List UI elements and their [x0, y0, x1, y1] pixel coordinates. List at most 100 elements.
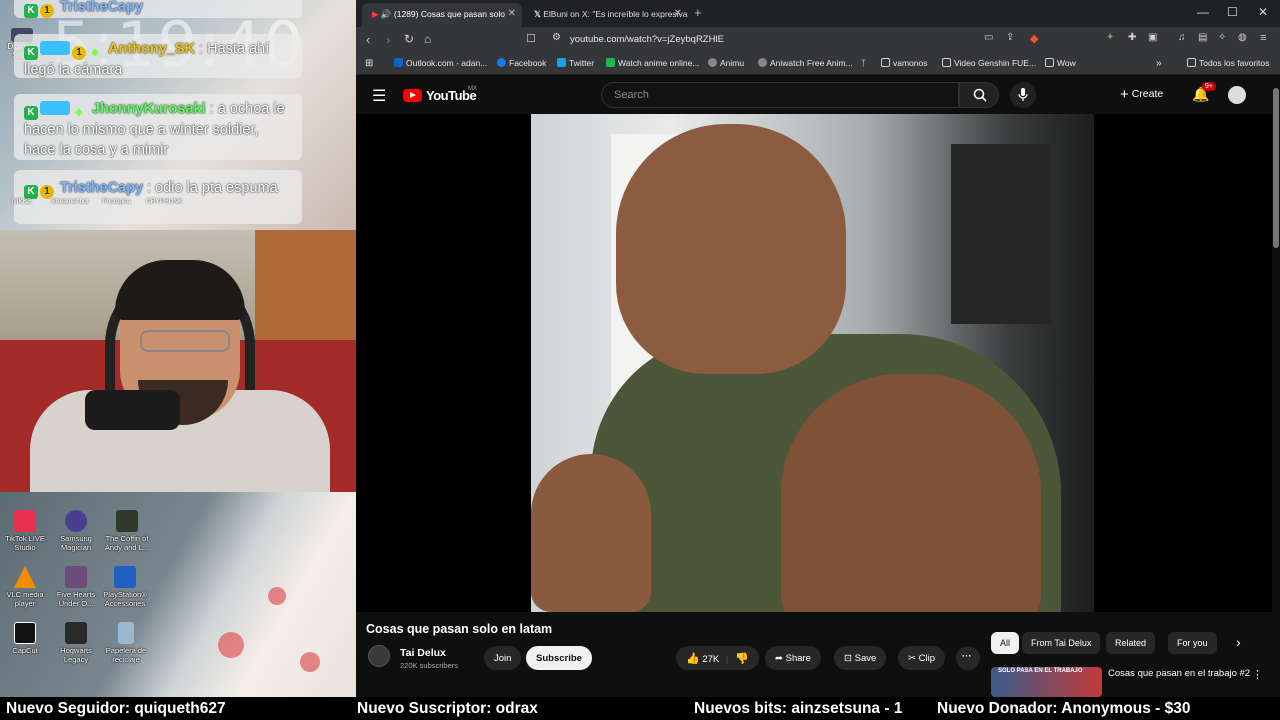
account-avatar[interactable]	[1228, 86, 1246, 104]
back-icon[interactable]: ‹	[366, 32, 370, 47]
bookmark-animu[interactable]: Animu	[708, 58, 744, 68]
ticker-new-subscriber: Nuevo Suscriptor: odrax	[357, 700, 538, 717]
capcut-desktop-icon[interactable]: CapCut	[0, 622, 53, 655]
bookmark-page-icon[interactable]: ☐	[526, 32, 536, 45]
thumbs-down-icon[interactable]: 👎	[735, 653, 749, 665]
chip-related[interactable]: Related	[1106, 632, 1156, 654]
recommended-more-icon[interactable]: ⋮	[1252, 668, 1263, 681]
address-bar[interactable]: youtube.com/watch?v=jZeybqRZHlE	[544, 30, 1104, 50]
wallet-icon[interactable]: ▤	[1198, 32, 1207, 43]
subscribe-button[interactable]: Subscribe	[526, 646, 592, 670]
leo-ai-icon[interactable]: ✧	[1218, 32, 1226, 43]
tiktok-live-desktop-icon[interactable]: TikTok LIVE Studio	[0, 510, 53, 552]
save-button[interactable]: ⊡ Save	[834, 646, 887, 670]
bookmark-facebook[interactable]: Facebook	[497, 58, 546, 68]
hogwarts-legacy-desktop-icon[interactable]: Hogwarts Legacy	[48, 622, 104, 664]
tab-x-post[interactable]: 𝕏 ElBuni on X: "Es increíble lo expresiv…	[524, 3, 688, 27]
thumbnail-caption: SOLO PASA EN EL TRABAJO	[998, 668, 1083, 674]
new-tab-button[interactable]: +	[694, 5, 702, 20]
ticker-new-follower: Nuevo Seguidor: quiqueth627	[6, 700, 226, 717]
music-icon[interactable]: ♫	[1178, 32, 1186, 43]
samsung-magician-desktop-icon[interactable]: Samsung Magician	[48, 510, 104, 552]
minimize-button[interactable]: —	[1197, 5, 1209, 19]
aniwatch-icon	[758, 58, 767, 67]
bookmark-folder-vamonos[interactable]: vamonos	[881, 58, 928, 68]
join-button[interactable]: Join	[484, 646, 522, 670]
close-tab-icon[interactable]: ✕	[674, 8, 682, 19]
bookmark-generic[interactable]: ᛉ	[861, 58, 866, 68]
chip-from-channel[interactable]: From Tai Delux	[1022, 632, 1101, 654]
page-scrollbar[interactable]	[1272, 76, 1280, 686]
recycle-bin-desktop-icon[interactable]: Papelera de reciclaje	[98, 622, 154, 664]
coffin-game-icon	[116, 510, 138, 532]
save-bookmark-icon: ⊡	[844, 653, 852, 664]
extensions-puzzle-icon[interactable]: ✚	[1128, 32, 1136, 43]
more-bookmarks-icon[interactable]: »	[1156, 58, 1162, 69]
browser-toolbar: ‹ › ↻ ⌂ ☐ ⚙ youtube.com/watch?v=jZeybqRZ…	[356, 27, 1280, 53]
video-person-arm	[781, 374, 1041, 612]
vpn-icon[interactable]: ◍	[1238, 32, 1247, 43]
channel-name[interactable]: Tai Delux	[400, 647, 446, 659]
ticker-new-donor: Nuevo Donador: Anonymous - $30	[937, 700, 1191, 717]
bookmark-folder-wow[interactable]: Wow	[1045, 58, 1076, 68]
bookmark-aniwatch[interactable]: Aniwatch Free Anim...	[758, 58, 853, 68]
share-button[interactable]: ➦ Share	[765, 646, 821, 670]
five-hearts-icon	[65, 566, 87, 588]
bookmark-outlook[interactable]: Outlook.com - adan...	[394, 58, 487, 68]
chip-for-you[interactable]: For you	[1168, 632, 1217, 654]
clip-button[interactable]: ✂ Clip	[898, 646, 945, 670]
coffin-game-desktop-icon[interactable]: The Coffin of Andy and L...	[99, 510, 155, 552]
reload-icon[interactable]: ↻	[404, 32, 414, 46]
sidebar-icon[interactable]: ▣	[1148, 32, 1157, 43]
home-icon[interactable]: ⌂	[424, 32, 431, 46]
create-button[interactable]: + Create	[1120, 86, 1163, 103]
cast-icon[interactable]: ▭	[984, 32, 993, 43]
hamburger-menu-icon[interactable]: ☰	[372, 86, 386, 106]
menu-icon[interactable]: ≡	[1260, 32, 1266, 44]
extension-icon[interactable]: ✦	[1106, 32, 1114, 43]
desktop-icon-label: PlayStation® Accessories	[103, 590, 147, 608]
bookmark-folder-genshin[interactable]: Video Genshin FUE...	[942, 58, 1036, 68]
ticker-new-bits: Nuevos bits: ainzsetsuna - 1	[694, 700, 903, 717]
gift-badge-icon	[40, 101, 70, 115]
forward-icon[interactable]: ›	[386, 32, 390, 47]
youtube-logo[interactable]: YouTube	[403, 88, 477, 103]
vlc-desktop-icon[interactable]: VLC media player	[0, 566, 53, 608]
video-frame[interactable]	[531, 114, 1094, 612]
share-page-icon[interactable]: ⇪	[1006, 32, 1014, 43]
search-input[interactable]: Search	[601, 82, 959, 108]
scrollbar-thumb[interactable]	[1273, 88, 1279, 248]
close-window-button[interactable]: ✕	[1258, 5, 1268, 19]
tab-youtube[interactable]: ▶ 🔊 (1289) Cosas que pasan solo ✕	[362, 3, 522, 27]
tab-bar: ▶ 🔊 (1289) Cosas que pasan solo ✕ 𝕏 ElBu…	[356, 0, 1280, 27]
microphone-icon	[1018, 88, 1028, 101]
five-hearts-desktop-icon[interactable]: Five Hearts Under O...	[48, 566, 104, 608]
youtube-header: ☰ YouTube MX Search + Create 🔔 9+	[356, 76, 1280, 114]
stream-overlay: 5:19:40 Digimon Story K1 TristheCapy K1◆…	[0, 0, 356, 697]
folder-icon	[1187, 58, 1196, 67]
folder-icon	[881, 58, 890, 67]
chip-all[interactable]: All	[991, 632, 1020, 654]
channel-avatar[interactable]	[368, 645, 390, 667]
desktop-icon-label: The Coffin of Andy and L...	[104, 534, 150, 552]
favorites-label: Todos los favoritos	[1199, 58, 1270, 68]
close-tab-icon[interactable]: ✕	[508, 8, 516, 19]
outlook-icon	[394, 58, 403, 67]
anime-site-icon	[606, 58, 615, 67]
all-favorites-folder[interactable]: Todos los favoritos	[1187, 58, 1269, 68]
bookmark-watch-anime[interactable]: Watch anime online...	[606, 58, 699, 68]
maximize-button[interactable]: ☐	[1227, 5, 1238, 19]
tier-badge-icon: 1	[40, 185, 54, 199]
brave-shield-icon[interactable]: ◆	[1030, 32, 1038, 45]
recommended-video-title[interactable]: Cosas que pasan en el trabajo #2	[1108, 668, 1253, 680]
video-player[interactable]	[356, 114, 1272, 612]
playstation-accessories-desktop-icon[interactable]: PlayStation® Accessories	[97, 566, 153, 608]
like-button[interactable]: 👍 27K | 👎	[676, 646, 759, 670]
voice-search-button[interactable]	[1010, 82, 1036, 108]
chat-desktop-icon-labels: NIKKE Streamer.bot Photopea CRYPHUNK	[12, 198, 212, 205]
chips-next-icon[interactable]: ›	[1236, 634, 1241, 650]
bookmark-twitter[interactable]: Twitter	[557, 58, 594, 68]
apps-icon[interactable]: ⊞	[365, 58, 373, 69]
more-actions-button[interactable]: ···	[956, 646, 980, 670]
search-button[interactable]	[959, 82, 999, 108]
